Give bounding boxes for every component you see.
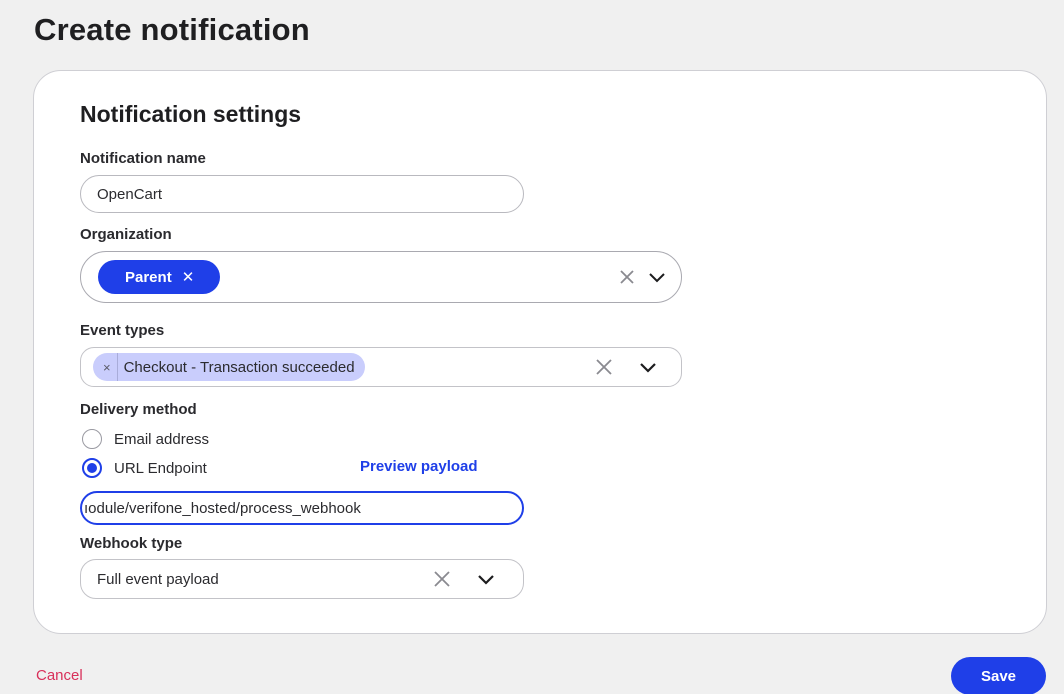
- notification-name-input[interactable]: OpenCart: [80, 175, 524, 213]
- webhook-type-label: Webhook type: [80, 535, 183, 552]
- organization-select[interactable]: Parent ✕: [80, 251, 682, 303]
- close-icon[interactable]: [431, 569, 453, 589]
- webhook-type-select[interactable]: Full event payload: [80, 559, 524, 599]
- url-endpoint-input[interactable]: ıodule/verifone_hosted/process_webhook: [80, 491, 524, 525]
- chip-remove-icon[interactable]: ✕: [182, 268, 195, 286]
- organization-controls: [617, 267, 667, 287]
- save-button[interactable]: Save: [951, 657, 1046, 694]
- page-title: Create notification: [34, 12, 310, 47]
- chevron-down-icon[interactable]: [637, 357, 659, 377]
- radio-email-address[interactable]: Email address: [82, 429, 209, 449]
- radio-button[interactable]: [82, 429, 102, 449]
- event-types-label: Event types: [80, 322, 165, 339]
- event-types-select[interactable]: × Checkout - Transaction succeeded: [80, 347, 682, 387]
- radio-url-endpoint[interactable]: URL Endpoint: [82, 458, 207, 478]
- radio-button[interactable]: [82, 458, 102, 478]
- preview-payload-link[interactable]: Preview payload: [360, 458, 478, 475]
- webhook-type-controls: [431, 569, 497, 589]
- chevron-down-icon[interactable]: [475, 569, 497, 589]
- section-title: Notification settings: [80, 101, 302, 127]
- radio-label: URL Endpoint: [114, 459, 207, 477]
- organization-chip-label: Parent: [125, 268, 172, 286]
- event-types-controls: [593, 357, 659, 377]
- cancel-button[interactable]: Cancel: [36, 667, 83, 684]
- notification-name-value: OpenCart: [97, 185, 163, 203]
- organization-chip: Parent ✕: [98, 260, 221, 294]
- event-type-chip-label: Checkout - Transaction succeeded: [123, 358, 355, 376]
- webhook-type-value: Full event payload: [97, 570, 219, 588]
- delivery-method-label: Delivery method: [80, 401, 197, 418]
- close-icon[interactable]: [617, 267, 637, 287]
- create-notification-page: Create notification Notification setting…: [0, 0, 1064, 694]
- notification-name-label: Notification name: [80, 150, 206, 167]
- chip-remove-icon[interactable]: ×: [93, 353, 118, 381]
- url-endpoint-value: ıodule/verifone_hosted/process_webhook: [84, 499, 361, 517]
- close-icon[interactable]: [593, 357, 615, 377]
- event-type-chip: × Checkout - Transaction succeeded: [93, 353, 365, 381]
- chevron-down-icon[interactable]: [647, 267, 667, 287]
- notification-settings-card: Notification settings Notification name …: [33, 70, 1047, 634]
- organization-label: Organization: [80, 226, 172, 243]
- radio-label: Email address: [114, 430, 210, 448]
